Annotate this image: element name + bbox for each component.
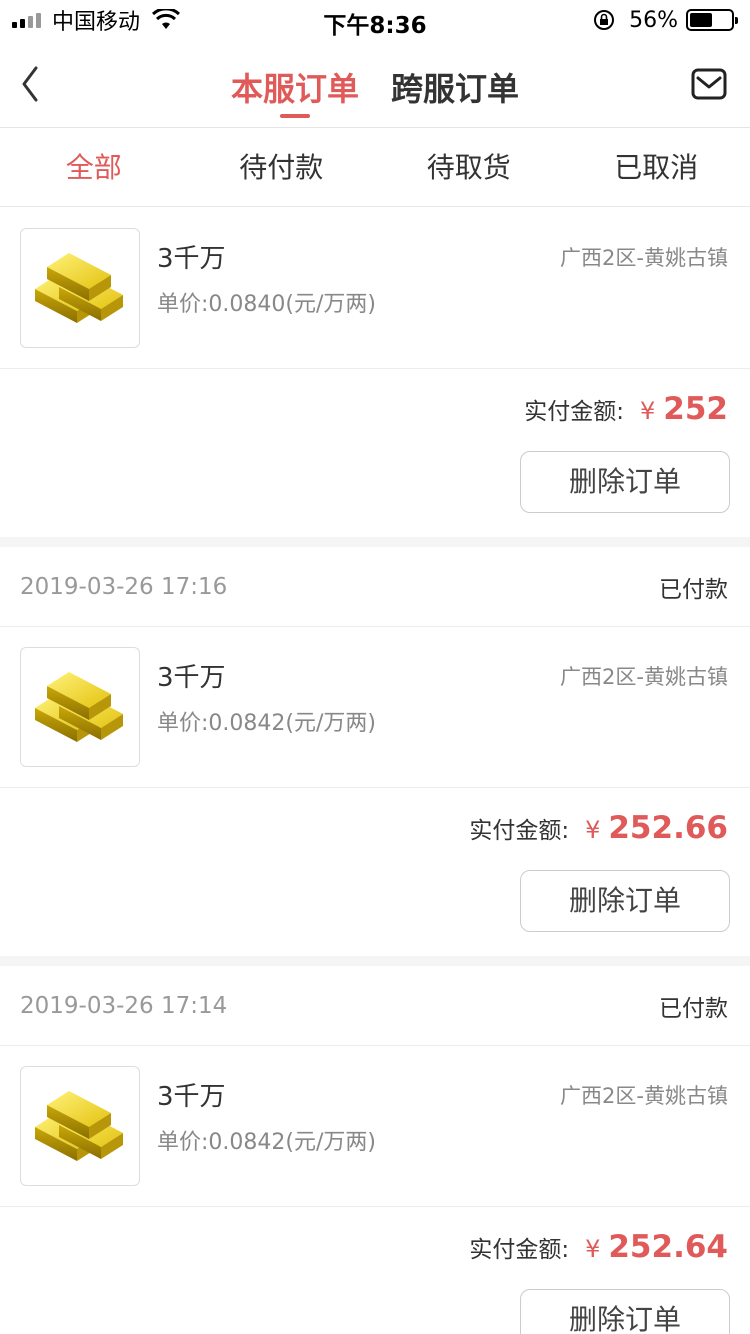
tab-cross-server-orders[interactable]: 跨服订单 bbox=[391, 40, 519, 128]
battery-percent: 56% bbox=[629, 7, 678, 33]
order-item[interactable]: 3千万 单价:0.0842(元/万两) 广西2区-黄姚古镇 bbox=[0, 1046, 750, 1207]
item-unit-price: 单价:0.0842(元/万两) bbox=[157, 711, 376, 736]
gold-bars-thumbnail bbox=[20, 1066, 140, 1186]
order-card: 2019-03-26 17:16 已付款 3千万 单价:0.0842(元/万两)… bbox=[0, 547, 750, 956]
item-unit-price: 单价:0.0840(元/万两) bbox=[157, 292, 376, 317]
delete-order-button[interactable]: 删除订单 bbox=[520, 870, 730, 932]
currency-symbol: ¥ bbox=[585, 816, 601, 844]
order-status: 已付款 bbox=[659, 995, 728, 1022]
delete-order-button[interactable]: 删除订单 bbox=[520, 1289, 730, 1334]
currency-symbol: ¥ bbox=[585, 1235, 601, 1263]
order-footer: 实付金额: ¥ 252.64 删除订单 bbox=[0, 1207, 750, 1334]
filter-cancelled[interactable]: 已取消 bbox=[563, 129, 750, 206]
item-name: 3千万 bbox=[157, 1082, 226, 1112]
currency-symbol: ¥ bbox=[640, 397, 656, 425]
battery-icon bbox=[686, 9, 738, 31]
item-name: 3千万 bbox=[157, 663, 226, 693]
paid-amount-row: 实付金额: ¥ 252.64 bbox=[469, 1229, 728, 1265]
order-footer: 实付金额: ¥ 252.66 删除订单 bbox=[0, 788, 750, 956]
paid-label: 实付金额: bbox=[469, 818, 570, 844]
status-bar: 中国移动 下午8:36 56% bbox=[0, 0, 750, 40]
order-date: 2019-03-26 17:14 bbox=[20, 992, 228, 1019]
gold-bars-thumbnail bbox=[20, 647, 140, 767]
mail-icon[interactable] bbox=[690, 66, 728, 102]
order-header: 2019-03-26 17:16 已付款 bbox=[0, 547, 750, 627]
order-item[interactable]: 3千万 单价:0.0842(元/万两) 广西2区-黄姚古镇 bbox=[0, 627, 750, 788]
order-footer: 实付金额: ¥ 252 删除订单 bbox=[0, 369, 750, 537]
tab-label: 跨服订单 bbox=[391, 70, 520, 108]
paid-amount-row: 实付金额: ¥ 252 bbox=[524, 391, 728, 427]
delete-order-button[interactable]: 删除订单 bbox=[520, 451, 730, 513]
order-filter-tabs: 全部 待付款 待取货 已取消 bbox=[0, 129, 750, 207]
filter-pending-pickup[interactable]: 待取货 bbox=[375, 129, 563, 206]
item-server: 广西2区-黄姚古镇 bbox=[560, 1084, 728, 1108]
item-name: 3千万 bbox=[157, 244, 226, 274]
paid-amount: 252.66 bbox=[608, 810, 728, 846]
paid-label: 实付金额: bbox=[469, 1237, 570, 1263]
item-server: 广西2区-黄姚古镇 bbox=[560, 246, 728, 270]
order-header: 2019-03-26 17:14 已付款 bbox=[0, 966, 750, 1046]
paid-amount-row: 实付金额: ¥ 252.66 bbox=[469, 810, 728, 846]
order-item[interactable]: 3千万 单价:0.0840(元/万两) 广西2区-黄姚古镇 bbox=[0, 208, 750, 369]
rotation-lock-icon bbox=[594, 10, 615, 30]
item-server: 广西2区-黄姚古镇 bbox=[560, 665, 728, 689]
filter-all[interactable]: 全部 bbox=[0, 129, 188, 206]
paid-amount: 252.64 bbox=[608, 1229, 728, 1265]
navigation-bar: 本服订单 跨服订单 bbox=[0, 40, 750, 128]
order-card: 3千万 单价:0.0840(元/万两) 广西2区-黄姚古镇 实付金额: ¥ 25… bbox=[0, 208, 750, 537]
gold-bars-thumbnail bbox=[20, 228, 140, 348]
item-unit-price: 单价:0.0842(元/万两) bbox=[157, 1130, 376, 1155]
paid-label: 实付金额: bbox=[524, 399, 624, 425]
tab-label: 本服订单 bbox=[230, 70, 359, 108]
tab-local-server-orders[interactable]: 本服订单 bbox=[231, 40, 359, 128]
order-status: 已付款 bbox=[659, 576, 728, 603]
paid-amount: 252 bbox=[663, 391, 728, 427]
order-date: 2019-03-26 17:16 bbox=[20, 573, 228, 600]
order-list[interactable]: 3千万 单价:0.0840(元/万两) 广西2区-黄姚古镇 实付金额: ¥ 25… bbox=[0, 208, 750, 1334]
active-tab-indicator bbox=[279, 114, 310, 118]
order-card: 2019-03-26 17:14 已付款 3千万 单价:0.0842(元/万两)… bbox=[0, 966, 750, 1334]
filter-pending-payment[interactable]: 待付款 bbox=[188, 129, 376, 206]
